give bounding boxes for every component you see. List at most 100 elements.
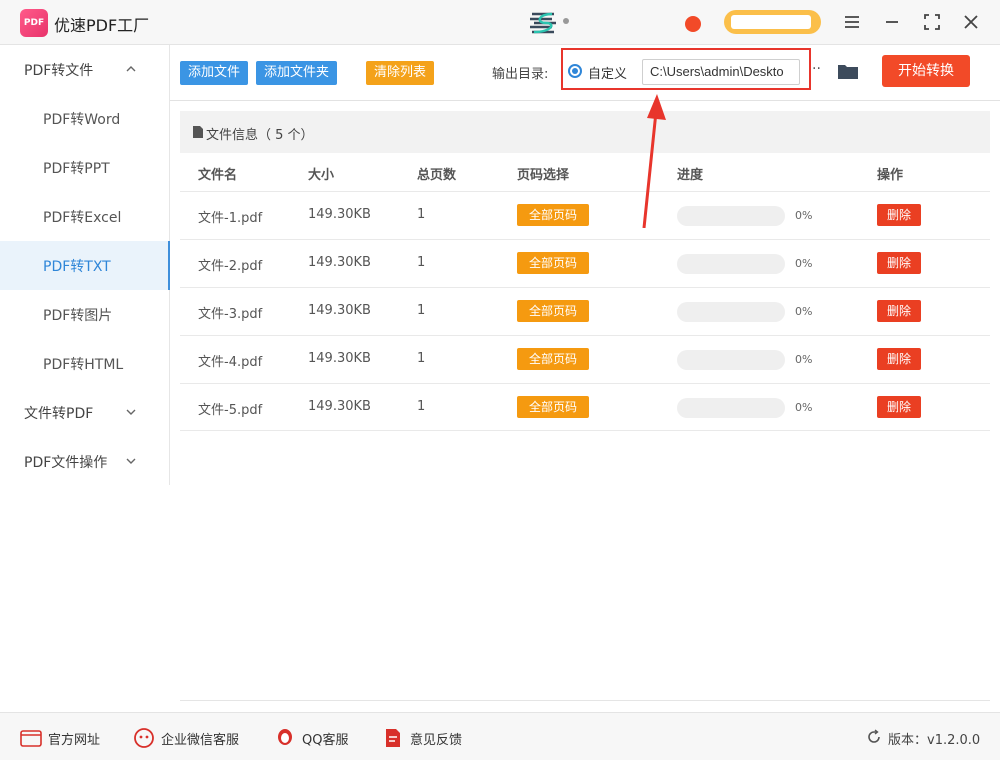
page-select-button[interactable]: 全部页码 bbox=[517, 252, 589, 274]
title-bar: PDF 优速PDF工厂 bbox=[0, 0, 1000, 45]
sidebar-item-label: PDF转Word bbox=[43, 112, 121, 128]
delete-button[interactable]: 删除 bbox=[877, 252, 921, 274]
page-count-cell: 1 bbox=[417, 351, 426, 366]
sidebar-group-pdf-to-file[interactable]: PDF转文件 bbox=[0, 45, 170, 94]
file-size-cell: 149.30KB bbox=[308, 399, 371, 414]
sidebar-item-pdf-to-image[interactable]: PDF转图片 bbox=[0, 290, 170, 339]
sidebar-item-label: PDF转PPT bbox=[43, 161, 110, 177]
progress-bar bbox=[677, 302, 785, 322]
col-header-name: 文件名 bbox=[198, 168, 238, 183]
sidebar-item-pdf-to-excel[interactable]: PDF转Excel bbox=[0, 192, 170, 241]
progress-bar bbox=[677, 398, 785, 418]
output-path-input[interactable]: C:\Users\admin\Deskto bbox=[642, 59, 800, 85]
page-select-button[interactable]: 全部页码 bbox=[517, 348, 589, 370]
qq-icon bbox=[278, 729, 292, 745]
wechat-service-label: 企业微信客服 bbox=[161, 733, 240, 748]
refresh-icon[interactable] bbox=[866, 729, 882, 745]
more-options-button[interactable]: ·· bbox=[812, 61, 821, 77]
red-arrow-annotation bbox=[642, 94, 666, 228]
file-name-cell: 文件-5.pdf bbox=[198, 403, 263, 418]
progress-percent: 0% bbox=[795, 305, 813, 318]
progress-percent: 0% bbox=[795, 257, 813, 270]
col-header-pages: 总页数 bbox=[417, 168, 457, 183]
progress-bar bbox=[677, 254, 785, 274]
page-count-cell: 1 bbox=[417, 399, 426, 414]
sidebar-item-label: PDF转图片 bbox=[43, 308, 113, 324]
sidebar-item-pdf-to-word[interactable]: PDF转Word bbox=[0, 94, 170, 143]
app-logo-icon: PDF bbox=[20, 9, 48, 37]
footer-bar: 官方网址 企业微信客服 QQ客服 意见反馈 版本：v1.2.0.0 bbox=[0, 712, 1000, 760]
sidebar-item-label: PDF转文件 bbox=[24, 63, 94, 79]
app-title: 优速PDF工厂 bbox=[54, 16, 150, 35]
sidebar-group-pdf-operations[interactable]: PDF文件操作 bbox=[0, 437, 170, 486]
sidebar-group-file-to-pdf[interactable]: 文件转PDF bbox=[0, 388, 170, 437]
col-header-progress: 进度 bbox=[677, 168, 704, 183]
custom-output-radio[interactable] bbox=[568, 64, 582, 78]
file-name-cell: 文件-2.pdf bbox=[198, 259, 263, 274]
chevron-down-icon bbox=[126, 409, 136, 415]
file-icon bbox=[193, 126, 203, 138]
delete-button[interactable]: 删除 bbox=[877, 204, 921, 226]
close-icon[interactable] bbox=[959, 10, 983, 34]
account-name-mask bbox=[731, 15, 811, 29]
add-folder-button[interactable]: 添加文件夹 bbox=[256, 61, 338, 85]
progress-bar bbox=[677, 350, 785, 370]
website-icon bbox=[20, 730, 42, 747]
clear-list-button[interactable]: 清除列表 bbox=[366, 61, 435, 85]
table-row: 文件-3.pdf 149.30KB 1 全部页码 0% 删除 bbox=[180, 287, 990, 335]
sidebar-item-label: PDF文件操作 bbox=[24, 455, 108, 471]
table-row: 文件-5.pdf 149.30KB 1 全部页码 0% 删除 bbox=[180, 383, 990, 431]
sidebar-item-label: PDF转Excel bbox=[43, 210, 122, 226]
notification-badge[interactable] bbox=[685, 16, 701, 32]
page-select-button[interactable]: 全部页码 bbox=[517, 300, 589, 322]
col-header-action: 操作 bbox=[877, 168, 904, 183]
add-file-button[interactable]: 添加文件 bbox=[180, 61, 249, 85]
table-row: 文件-2.pdf 149.30KB 1 全部页码 0% 删除 bbox=[180, 239, 990, 287]
sidebar: PDF转文件 PDF转Word PDF转PPT PDF转Excel PDF转TX… bbox=[0, 45, 170, 485]
col-header-size: 大小 bbox=[308, 168, 335, 183]
output-dir-label: 输出目录: bbox=[492, 67, 549, 82]
minimize-icon[interactable] bbox=[880, 10, 904, 34]
file-size-cell: 149.30KB bbox=[308, 207, 371, 222]
delete-button[interactable]: 删除 bbox=[877, 300, 921, 322]
delete-button[interactable]: 删除 bbox=[877, 348, 921, 370]
sidebar-item-label: PDF转HTML bbox=[43, 357, 124, 373]
version-label: 版本：v1.2.0.0 bbox=[888, 733, 981, 748]
feedback-label: 意见反馈 bbox=[410, 733, 463, 748]
sidebar-item-pdf-to-html[interactable]: PDF转HTML bbox=[0, 339, 170, 388]
file-size-cell: 149.30KB bbox=[308, 255, 371, 270]
sidebar-item-pdf-to-txt[interactable]: PDF转TXT bbox=[0, 241, 170, 290]
table-row: 文件-4.pdf 149.30KB 1 全部页码 0% 删除 bbox=[180, 335, 990, 383]
official-website-label: 官方网址 bbox=[48, 733, 101, 748]
col-header-page-select: 页码选择 bbox=[517, 168, 570, 183]
wechat-icon bbox=[134, 728, 154, 748]
custom-output-label: 自定义 bbox=[588, 67, 628, 82]
progress-percent: 0% bbox=[795, 209, 813, 222]
progress-percent: 0% bbox=[795, 353, 813, 366]
feedback-icon bbox=[386, 729, 400, 747]
page-count-cell: 1 bbox=[417, 255, 426, 270]
file-size-cell: 149.30KB bbox=[308, 351, 371, 366]
progress-bar bbox=[677, 206, 785, 226]
page-select-button[interactable]: 全部页码 bbox=[517, 204, 589, 226]
file-name-cell: 文件-1.pdf bbox=[198, 211, 263, 226]
account-button[interactable] bbox=[724, 10, 821, 34]
file-size-cell: 149.30KB bbox=[308, 303, 371, 318]
folder-icon[interactable] bbox=[837, 61, 859, 81]
file-name-cell: 文件-4.pdf bbox=[198, 355, 263, 370]
file-info-header: 文件信息（ 5 个） bbox=[180, 111, 990, 153]
maximize-icon[interactable] bbox=[920, 10, 944, 34]
table-row: 文件-1.pdf 149.30KB 1 全部页码 0% 删除 bbox=[180, 191, 990, 239]
chevron-up-icon bbox=[126, 66, 136, 72]
page-select-button[interactable]: 全部页码 bbox=[517, 396, 589, 418]
file-name-cell: 文件-3.pdf bbox=[198, 307, 263, 322]
sidebar-item-label: PDF转TXT bbox=[43, 259, 111, 275]
chevron-down-icon bbox=[126, 458, 136, 464]
delete-button[interactable]: 删除 bbox=[877, 396, 921, 418]
start-convert-button[interactable]: 开始转换 bbox=[882, 55, 970, 87]
qq-service-label: QQ客服 bbox=[302, 733, 349, 748]
sidebar-item-pdf-to-ppt[interactable]: PDF转PPT bbox=[0, 143, 170, 192]
menu-icon[interactable] bbox=[840, 10, 864, 34]
sidebar-item-label: 文件转PDF bbox=[24, 406, 94, 422]
file-list-panel: 文件信息（ 5 个） 文件名 大小 总页数 页码选择 进度 操作 文件-1.pd… bbox=[180, 111, 990, 701]
